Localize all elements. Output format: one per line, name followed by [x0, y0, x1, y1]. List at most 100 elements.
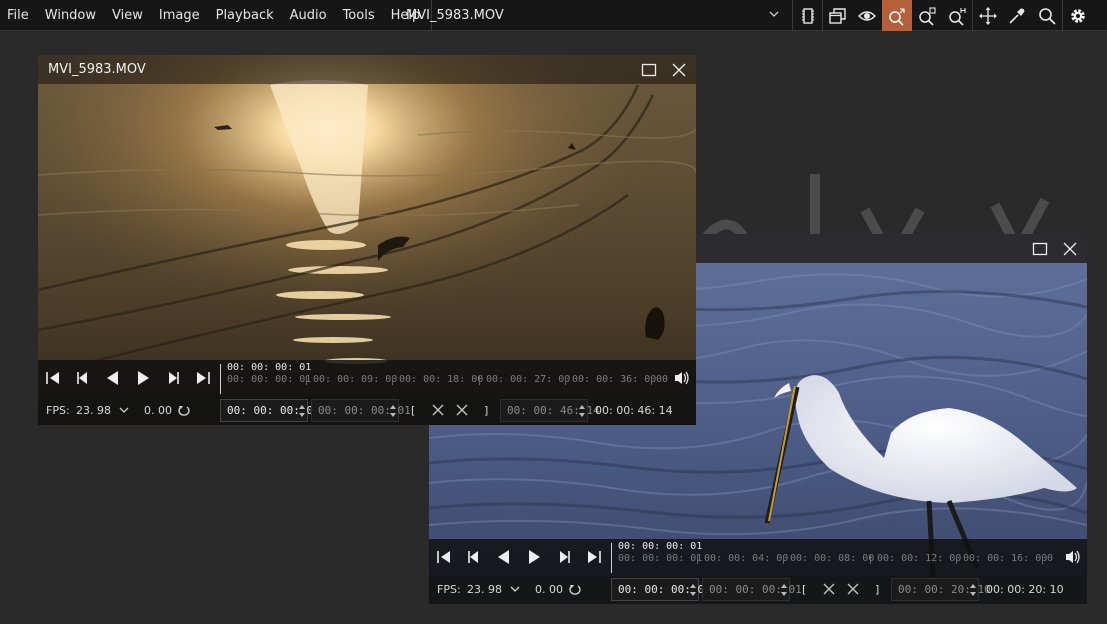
transport-bar: 00: 00: 00: 01 00: 00: 00: 01 00: 00: 09…: [38, 360, 696, 396]
playback-speed[interactable]: 0. 00: [535, 583, 563, 596]
timeline-current-time: 00: 00: 00: 01: [618, 541, 703, 552]
step-back-icon[interactable]: [72, 367, 94, 389]
in-point-field[interactable]: 00: 00: 00: 01: [220, 399, 320, 422]
timeline-tick: 00: 00: 00: 01: [227, 374, 312, 385]
timeline-tick: 00: [656, 374, 669, 385]
timeline-tick: 00: 00: 16: 00: [963, 553, 1048, 564]
go-to-end-icon[interactable]: [192, 367, 214, 389]
go-to-start-icon[interactable]: [433, 546, 455, 568]
status-bar: FPS: 23. 98 0. 00 00: 00: 00: 01 00: 00:…: [38, 396, 696, 425]
tick-divider: [697, 555, 698, 564]
loop-icon[interactable]: [176, 402, 192, 418]
maximize-icon[interactable]: [1031, 240, 1049, 258]
toolbar: [792, 0, 1092, 31]
menu-window[interactable]: Window: [37, 0, 104, 31]
audio-volume-icon[interactable]: [1063, 546, 1083, 568]
chevron-down-icon[interactable]: [116, 402, 132, 418]
eyedropper-icon[interactable]: [1002, 0, 1032, 31]
timeline-tick: 00: 00: 04: 00: [704, 553, 789, 564]
zoom-100-icon[interactable]: [942, 0, 972, 31]
set-out-bracket[interactable]: ]: [484, 404, 488, 417]
spinner-icon[interactable]: [298, 402, 306, 420]
fps-value: 23. 98: [76, 404, 111, 417]
media-info-icon[interactable]: [792, 0, 822, 31]
media-selector[interactable]: MVI_5983.MOV: [398, 0, 791, 31]
step-forward-icon[interactable]: [162, 367, 184, 389]
current-frame-field[interactable]: 00: 00: 00: 01: [311, 399, 411, 422]
zoom-fit-icon[interactable]: [882, 0, 912, 31]
playhead[interactable]: [220, 364, 221, 394]
media-selector-label: MVI_5983.MOV: [406, 8, 504, 23]
spinner-icon[interactable]: [389, 402, 397, 420]
clear-in-icon[interactable]: [430, 402, 446, 418]
audio-volume-icon[interactable]: [672, 367, 692, 389]
spinner-icon[interactable]: [969, 581, 977, 599]
viewer-titlebar[interactable]: [429, 234, 1087, 263]
timeline-tick: 00: 00: 18: 00: [399, 374, 484, 385]
play-reverse-icon[interactable]: [102, 367, 124, 389]
menu-tools[interactable]: Tools: [335, 0, 383, 31]
tick-divider: [565, 376, 566, 385]
playhead[interactable]: [611, 543, 612, 573]
set-in-bracket[interactable]: [: [411, 404, 415, 417]
menu-image[interactable]: Image: [151, 0, 208, 31]
close-icon[interactable]: [670, 61, 688, 79]
fps-label: FPS:: [46, 404, 70, 417]
timeline-tick: 00: 00: 27: 00: [486, 374, 571, 385]
tick-divider: [479, 376, 480, 385]
timeline-tick: 00: 00: 08: 00: [790, 553, 875, 564]
clear-out-icon[interactable]: [454, 402, 470, 418]
spinner-icon[interactable]: [689, 581, 697, 599]
duration: 00: 00: 20: 10: [986, 583, 1064, 596]
step-forward-icon[interactable]: [553, 546, 575, 568]
tick-divider: [956, 555, 957, 564]
clear-in-icon[interactable]: [821, 581, 837, 597]
step-back-icon[interactable]: [463, 546, 485, 568]
duration: 00: 00: 46: 14: [595, 404, 673, 417]
spinner-icon[interactable]: [780, 581, 788, 599]
close-icon[interactable]: [1061, 240, 1079, 258]
menu-playback[interactable]: Playback: [208, 0, 282, 31]
out-point-field[interactable]: 00: 00: 20: 10: [891, 578, 991, 601]
maximize-icon[interactable]: [640, 61, 658, 79]
timeline-tick: 00: 00: 00: 01: [618, 553, 703, 564]
play-icon[interactable]: [523, 546, 545, 568]
go-to-start-icon[interactable]: [42, 367, 64, 389]
play-icon[interactable]: [132, 367, 154, 389]
viewer-titlebar[interactable]: MVI_5983.MOV: [38, 55, 696, 84]
fps-value: 23. 98: [467, 583, 502, 596]
chevron-down-icon[interactable]: [507, 581, 523, 597]
tick-divider: [870, 555, 871, 564]
current-frame-field[interactable]: 00: 00: 00: 01: [702, 578, 802, 601]
timeline-tick: 00: 00: 12: 00: [877, 553, 962, 564]
move-icon[interactable]: [972, 0, 1002, 31]
eye-icon[interactable]: [852, 0, 882, 31]
tick-divider: [306, 376, 307, 385]
timeline[interactable]: 00: 00: 00: 01 00: 00: 00: 01 00: 00: 09…: [220, 360, 675, 396]
timeline-tick: 00: 00: 09: 00: [313, 374, 398, 385]
set-out-bracket[interactable]: ]: [875, 583, 879, 596]
zoom-in-icon[interactable]: [912, 0, 942, 31]
settings-icon[interactable]: [1062, 0, 1092, 31]
menu-audio[interactable]: Audio: [282, 0, 335, 31]
timeline[interactable]: 00: 00: 00: 01 00: 00: 00: 01 00: 00: 04…: [611, 539, 1066, 575]
in-point-field[interactable]: 00: 00: 00: 01: [611, 578, 711, 601]
tick-divider: [651, 376, 652, 385]
clear-out-icon[interactable]: [845, 581, 861, 597]
window-tile-icon[interactable]: [822, 0, 852, 31]
menu-view[interactable]: View: [104, 0, 151, 31]
timeline-tick: 00: 00: 36: 00: [572, 374, 657, 385]
viewer-title: MVI_5983.MOV: [48, 62, 146, 77]
playback-speed[interactable]: 0. 00: [144, 404, 172, 417]
out-point-field[interactable]: 00: 00: 46: 14: [500, 399, 600, 422]
play-reverse-icon[interactable]: [493, 546, 515, 568]
status-bar: FPS: 23. 98 0. 00 00: 00: 00: 01 00: 00:…: [429, 575, 1087, 604]
fps-label: FPS:: [437, 583, 461, 596]
set-in-bracket[interactable]: [: [802, 583, 806, 596]
spinner-icon[interactable]: [578, 402, 586, 420]
search-icon[interactable]: [1032, 0, 1062, 31]
menu-file[interactable]: File: [0, 0, 37, 31]
loop-icon[interactable]: [567, 581, 583, 597]
go-to-end-icon[interactable]: [583, 546, 605, 568]
tick-divider: [392, 376, 393, 385]
